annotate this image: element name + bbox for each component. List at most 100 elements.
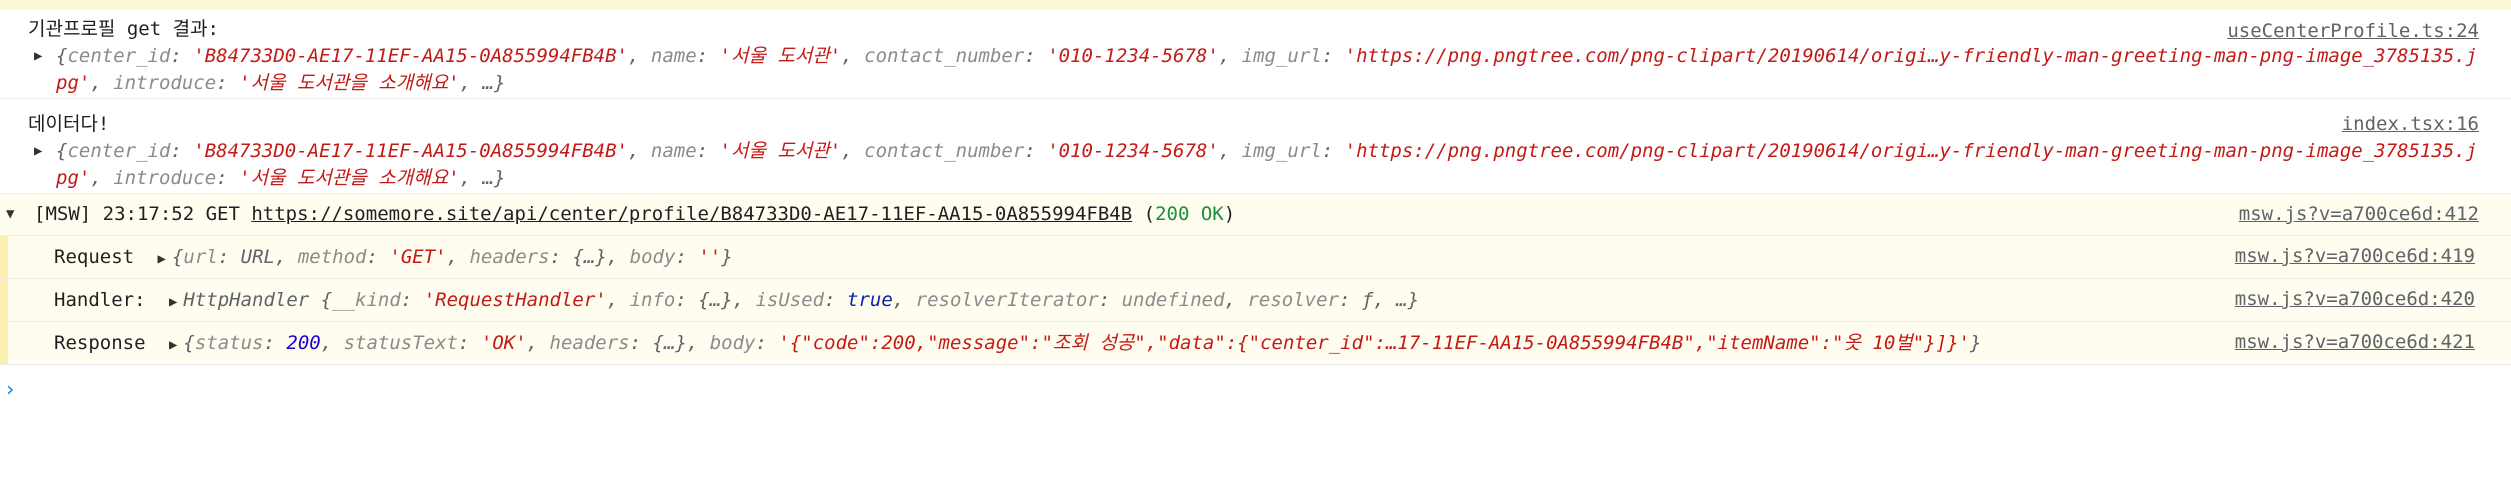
group-indent-bar	[0, 322, 8, 364]
group-indent-bar	[0, 279, 8, 321]
prop-value: undefined	[1121, 289, 1225, 311]
prop-key: resolverIterator	[915, 289, 1099, 311]
msw-request-group[interactable]: ▼ [MSW] 23:17:52 GET https://somemore.si…	[0, 194, 2511, 236]
response-line: Response ▶ {status: 200, statusText: 'OK'…	[54, 330, 1981, 359]
prop-value: 'RequestHandler'	[423, 289, 607, 311]
brace-open: {	[320, 289, 333, 311]
group-prefix: [MSW] 23:17:52 GET	[34, 203, 240, 225]
prop-value: '010-1234-5678'	[1047, 140, 1219, 162]
brace-close: }	[1969, 332, 1982, 354]
status-paren: )	[1223, 203, 1236, 225]
prop-key: name	[650, 140, 697, 162]
expand-triangle-icon[interactable]: ▶	[34, 138, 42, 165]
brace-open: {	[183, 332, 195, 354]
handler-source-link[interactable]: msw.js?v=a700ce6d:420	[2235, 286, 2475, 313]
status-badge: 200 OK	[1155, 203, 1224, 225]
prop-value: ƒ	[1361, 289, 1374, 311]
prop-value: '서울 도서관'	[719, 140, 842, 162]
log-source-link[interactable]: index.tsx:16	[2342, 111, 2479, 138]
prop-value: {…}	[572, 246, 607, 268]
prop-key: headers	[469, 246, 550, 268]
prop-key: __kind	[332, 289, 401, 311]
prop-key: contact_number	[864, 140, 1025, 162]
log-message-text: 데이터다!	[28, 113, 110, 135]
prop-value: '서울 도서관'	[719, 45, 842, 67]
brace-close: }	[721, 246, 733, 268]
handler-row: Handler: ▶ HttpHandler {__kind: 'RequestH…	[0, 279, 2511, 322]
prop-value: true	[847, 289, 893, 311]
request-row: Request ▶ {url: URL, method: 'GET', heade…	[0, 236, 2511, 279]
brace-open: {	[171, 246, 184, 268]
log-object-preview[interactable]: ▶ {center_id: 'B84733D0-AE17-11EF-AA15-0…	[0, 43, 2511, 97]
prop-key: introduce	[113, 72, 217, 94]
prop-key: status	[194, 332, 264, 354]
prop-key: body	[629, 246, 676, 268]
response-source-link[interactable]: msw.js?v=a700ce6d:421	[2235, 329, 2475, 356]
log-message-row: 기관프로필 get 결과: useCenterProfile.ts:24	[0, 10, 2511, 43]
prop-value: 'B84733D0-AE17-11EF-AA15-0A855994FB4B'	[193, 45, 628, 67]
response-object[interactable]: {status: 200, statusText: 'OK', headers:…	[183, 332, 1981, 354]
prop-key: url	[183, 246, 218, 268]
console-log-entry: 기관프로필 get 결과: useCenterProfile.ts:24 ▶ {…	[0, 10, 2511, 99]
devtools-console: 기관프로필 get 결과: useCenterProfile.ts:24 ▶ {…	[0, 0, 2511, 478]
prop-key: body	[709, 332, 756, 354]
log-source-link[interactable]: useCenterProfile.ts:24	[2227, 18, 2479, 45]
expand-triangle-icon[interactable]: ▶	[34, 43, 42, 70]
brace-open: {	[56, 140, 68, 162]
prompt-chevron-icon[interactable]: ›	[4, 376, 16, 403]
console-log-entry: 데이터다! index.tsx:16 ▶ {center_id: 'B84733…	[0, 99, 2511, 194]
prop-value: {…}	[698, 289, 733, 311]
prop-key: info	[629, 289, 676, 311]
log-message-text: 기관프로필 get 결과:	[28, 18, 219, 40]
response-label: Response	[54, 332, 146, 354]
group-indent-bar	[0, 236, 8, 278]
request-source-link[interactable]: msw.js?v=a700ce6d:419	[2235, 243, 2475, 270]
object-tail: , …}	[459, 72, 506, 94]
expand-triangle-icon[interactable]: ▶	[169, 337, 177, 353]
object-tail: , …}	[459, 167, 506, 189]
prop-value: URL	[240, 246, 275, 268]
prop-key: method	[297, 246, 367, 268]
prop-value: '{"code":200,"message":"조회 성공","data":{"…	[778, 332, 1970, 354]
status-paren: (	[1143, 203, 1156, 225]
prop-key: resolver	[1247, 289, 1339, 311]
top-warning-strip	[0, 0, 2511, 10]
collapse-triangle-icon[interactable]: ▼	[6, 201, 14, 228]
request-url-link[interactable]: https://somemore.site/api/center/profile…	[251, 203, 1132, 225]
prop-value: '서울 도서관을 소개해요'	[239, 72, 460, 94]
prop-key: center_id	[67, 45, 171, 67]
request-label: Request	[54, 246, 135, 268]
request-line: Request ▶ {url: URL, method: 'GET', heade…	[54, 244, 733, 273]
expand-triangle-icon[interactable]: ▶	[158, 251, 166, 267]
prop-value: 200	[286, 332, 321, 354]
prop-key: img_url	[1241, 45, 1322, 67]
prop-key: statusText	[343, 332, 458, 354]
brace-open: {	[56, 45, 68, 67]
prop-value: 'GET'	[389, 246, 447, 268]
handler-label: Handler:	[54, 289, 146, 311]
group-title: [MSW] 23:17:52 GET https://somemore.site…	[34, 201, 1235, 228]
log-object-preview[interactable]: ▶ {center_id: 'B84733D0-AE17-11EF-AA15-0…	[0, 138, 2511, 192]
log-message-row: 데이터다! index.tsx:16	[0, 99, 2511, 138]
prop-key: contact_number	[864, 45, 1025, 67]
prop-key: isUsed	[755, 289, 825, 311]
prop-value: 'OK'	[480, 332, 527, 354]
prop-key: name	[650, 45, 697, 67]
request-object[interactable]: {url: URL, method: 'GET', headers: {…}, …	[172, 246, 733, 268]
handler-line: Handler: ▶ HttpHandler {__kind: 'RequestH…	[54, 287, 1419, 316]
prop-value: '서울 도서관을 소개해요'	[239, 167, 460, 189]
prop-value: {…}	[652, 332, 687, 354]
object-tail: , …}	[1373, 289, 1420, 311]
expand-triangle-icon[interactable]: ▶	[169, 294, 177, 310]
response-row: Response ▶ {status: 200, statusText: 'OK'…	[0, 322, 2511, 365]
prop-key: img_url	[1241, 140, 1322, 162]
class-name: HttpHandler	[183, 289, 310, 311]
group-source-link[interactable]: msw.js?v=a700ce6d:412	[2239, 201, 2479, 228]
prop-value: 'B84733D0-AE17-11EF-AA15-0A855994FB4B'	[193, 140, 628, 162]
prop-key: center_id	[67, 140, 171, 162]
prop-value: '010-1234-5678'	[1047, 45, 1219, 67]
prop-value: ''	[698, 246, 722, 268]
prop-key: headers	[549, 332, 630, 354]
prop-key: introduce	[113, 167, 217, 189]
handler-object[interactable]: HttpHandler {__kind: 'RequestHandler', i…	[183, 289, 1419, 311]
